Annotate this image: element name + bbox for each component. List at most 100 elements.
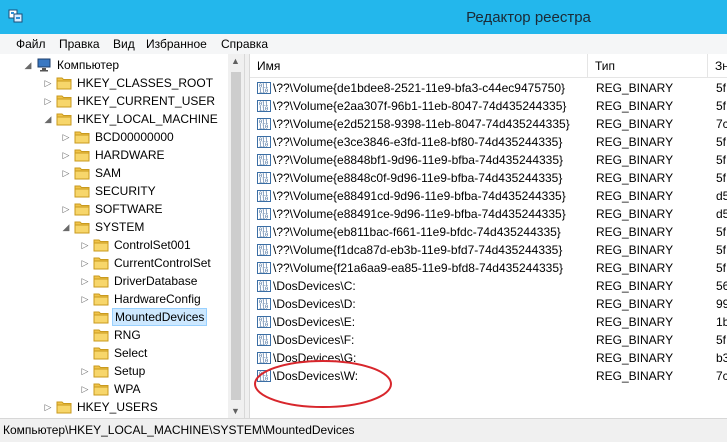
value-row[interactable]: 011 110 \??\Volume{e8848bf1-9d96-11e9-bfba… [250, 151, 727, 169]
tree-node-label: SECURITY [95, 184, 156, 198]
scroll-up-icon[interactable]: ▲ [231, 56, 240, 66]
value-row[interactable]: 011 110 \??\Volume{e2aa307f-96b1-11eb-8047… [250, 97, 727, 115]
svg-text:110: 110 [259, 269, 268, 275]
value-data: 56 [716, 279, 727, 293]
tree-node-label: HKEY_LOCAL_MACHINE [77, 112, 218, 126]
tree-node-label: DriverDatabase [114, 274, 198, 288]
column-header-type[interactable]: Тип [588, 54, 708, 78]
value-row[interactable]: 011 110 \??\Volume{f1dca87d-eb3b-11e9-bfd7… [250, 241, 727, 259]
computer-icon [37, 58, 51, 72]
collapse-arrow-icon[interactable]: ◢ [22, 56, 34, 74]
value-row[interactable]: 011 110 \DosDevices\D: REG_BINARY 99 [250, 295, 727, 313]
expand-arrow-icon[interactable]: ▷ [60, 164, 72, 182]
value-type: REG_BINARY [596, 225, 674, 239]
tree-scrollbar[interactable]: ▲ ▼ [228, 54, 244, 418]
value-row[interactable]: 011 110 \??\Volume{e88491ce-9d96-11e9-bfba… [250, 205, 727, 223]
value-data: 5f [716, 153, 727, 167]
scroll-down-icon[interactable]: ▼ [231, 406, 240, 416]
value-type: REG_BINARY [596, 135, 674, 149]
expand-arrow-icon[interactable]: ▷ [79, 380, 91, 398]
menu-view[interactable]: Вид [113, 37, 135, 51]
tree-node-label: ControlSet001 [114, 238, 191, 252]
value-row[interactable]: 011 110 \DosDevices\E: REG_BINARY 1b [250, 313, 727, 331]
folder-icon [74, 167, 90, 180]
expand-arrow-icon[interactable]: ▷ [42, 398, 54, 416]
menu-bar: Файл Правка Вид Избранное Справка [0, 34, 727, 55]
binary-value-icon: 011110 [257, 352, 271, 364]
value-data: 7c [716, 369, 727, 383]
column-header-data[interactable]: Зн [708, 54, 727, 78]
scroll-thumb[interactable] [231, 72, 241, 400]
value-row[interactable]: 011 110 \DosDevices\C: REG_BINARY 56 [250, 277, 727, 295]
svg-text:110: 110 [259, 125, 268, 131]
expand-arrow-icon[interactable]: ▷ [60, 146, 72, 164]
menu-edit[interactable]: Правка [59, 37, 100, 51]
value-row[interactable]: 011 110 \DosDevices\G: REG_BINARY b3 [250, 349, 727, 367]
column-header-name[interactable]: Имя [250, 54, 588, 78]
folder-icon [93, 383, 109, 396]
value-row[interactable]: 011 110 \??\Volume{e88491cd-9d96-11e9-bfba… [250, 187, 727, 205]
binary-value-icon: 011110 [257, 118, 271, 130]
value-name: \??\Volume{e8848c0f-9d96-11e9-bfba-74d43… [273, 171, 563, 185]
value-row[interactable]: 011 110 \??\Volume{e2d52158-9398-11eb-8047… [250, 115, 727, 133]
svg-text:110: 110 [259, 143, 268, 149]
folder-icon [74, 221, 90, 234]
value-row[interactable]: 011 110 \DosDevices\F: REG_BINARY 5f [250, 331, 727, 349]
svg-text:110: 110 [259, 89, 268, 95]
expand-arrow-icon[interactable]: ▷ [79, 254, 91, 272]
svg-text:110: 110 [259, 179, 268, 185]
svg-text:110: 110 [259, 233, 268, 239]
folder-icon [56, 113, 72, 126]
binary-value-icon: 011110 [257, 100, 271, 112]
folder-icon [93, 365, 109, 378]
expand-arrow-icon[interactable]: ▷ [79, 272, 91, 290]
value-data: 5f [716, 99, 727, 113]
value-type: REG_BINARY [596, 315, 674, 329]
value-row[interactable]: 011 110 \DosDevices\W: REG_BINARY 7c [250, 367, 727, 385]
menu-favorites[interactable]: Избранное [146, 37, 207, 51]
status-bar: Компьютер\HKEY_LOCAL_MACHINE\SYSTEM\Moun… [0, 418, 727, 442]
expand-arrow-icon[interactable]: ▷ [79, 362, 91, 380]
value-name: \??\Volume{e8848bf1-9d96-11e9-bfba-74d43… [273, 153, 564, 167]
folder-icon [93, 347, 109, 360]
binary-value-icon: 011110 [257, 190, 271, 202]
value-name: \??\Volume{e2aa307f-96b1-11eb-8047-74d43… [273, 99, 567, 113]
tree-node-label: HardwareConfig [114, 292, 201, 306]
svg-text:110: 110 [259, 161, 268, 167]
binary-value-icon: 011110 [257, 280, 271, 292]
tree-node-label: Setup [114, 364, 146, 378]
collapse-arrow-icon[interactable]: ◢ [60, 218, 72, 236]
value-row[interactable]: 011 110 \??\Volume{eb811bac-f661-11e9-bfdc… [250, 223, 727, 241]
tree-node-label: Select [114, 346, 148, 360]
title-bar: Редактор реестра [0, 0, 727, 34]
value-type: REG_BINARY [596, 243, 674, 257]
value-name: \DosDevices\F: [273, 333, 355, 347]
folder-icon [93, 239, 109, 252]
binary-value-icon: 011110 [257, 136, 271, 148]
binary-value-icon: 011110 [257, 244, 271, 256]
value-row[interactable]: 011 110 \??\Volume{e3ce3846-e3fd-11e8-bf80… [250, 133, 727, 151]
expand-arrow-icon[interactable]: ▷ [79, 290, 91, 308]
menu-help[interactable]: Справка [221, 37, 268, 51]
tree-node-label: CurrentControlSet [114, 256, 211, 270]
expand-arrow-icon[interactable]: ▷ [79, 236, 91, 254]
expand-arrow-icon[interactable]: ▷ [60, 200, 72, 218]
menu-file[interactable]: Файл [16, 37, 46, 51]
collapse-arrow-icon[interactable]: ◢ [42, 110, 54, 128]
value-type: REG_BINARY [596, 369, 674, 383]
value-data: 5f [716, 81, 727, 95]
values-list[interactable]: Имя Тип Зн 011 110 \??\Volume{de1bdee8-252… [250, 54, 727, 418]
value-row[interactable]: 011 110 \??\Volume{f21a6aa9-ea85-11e9-bfd8… [250, 259, 727, 277]
value-name: \DosDevices\D: [273, 297, 356, 311]
tree-node-label: BCD00000000 [95, 130, 174, 144]
value-name: \DosDevices\G: [273, 351, 357, 365]
expand-arrow-icon[interactable]: ▷ [42, 92, 54, 110]
expand-arrow-icon[interactable]: ▷ [60, 128, 72, 146]
expand-arrow-icon[interactable]: ▷ [42, 74, 54, 92]
folder-icon [56, 77, 72, 90]
value-data: 5f [716, 243, 727, 257]
value-data: d5 [716, 189, 727, 203]
key-tree[interactable]: ◢ Компьютер ▷ HKEY_CLASSES_ROOT ▷ HKEY_CURREN… [0, 54, 244, 418]
value-row[interactable]: 011 110 \??\Volume{e8848c0f-9d96-11e9-bfba… [250, 169, 727, 187]
value-row[interactable]: 011 110 \??\Volume{de1bdee8-2521-11e9-bfa3… [250, 79, 727, 97]
